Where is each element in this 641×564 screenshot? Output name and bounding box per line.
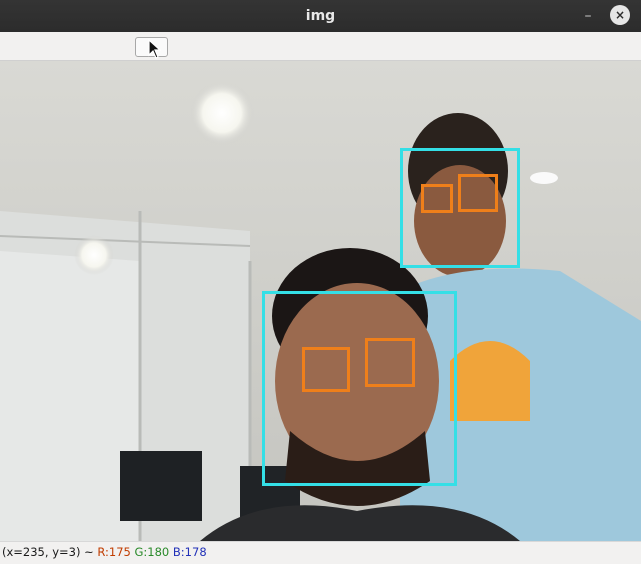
image-view[interactable] (0, 61, 641, 541)
eye-box (421, 184, 453, 213)
eye-box (365, 338, 415, 387)
pixel-blue-value: B:178 (172, 545, 207, 559)
toolbar (0, 32, 641, 61)
close-button[interactable]: × (610, 5, 630, 25)
window-title: img (305, 8, 336, 24)
pixel-green-value: G:180 (134, 545, 170, 559)
minimize-button[interactable]: – (577, 5, 599, 27)
status-bar: (x=235, y=3) ~ R:175 G:180 B:178 (0, 541, 641, 564)
pixel-coordinates: (x=235, y=3) ~ (2, 545, 98, 559)
face-box (262, 291, 457, 486)
pixel-red-value: R:175 (97, 545, 131, 559)
eye-box (302, 347, 350, 392)
eye-box (458, 174, 498, 212)
window-titlebar[interactable]: img – × (0, 0, 641, 32)
mouse-pointer-icon (148, 39, 162, 59)
